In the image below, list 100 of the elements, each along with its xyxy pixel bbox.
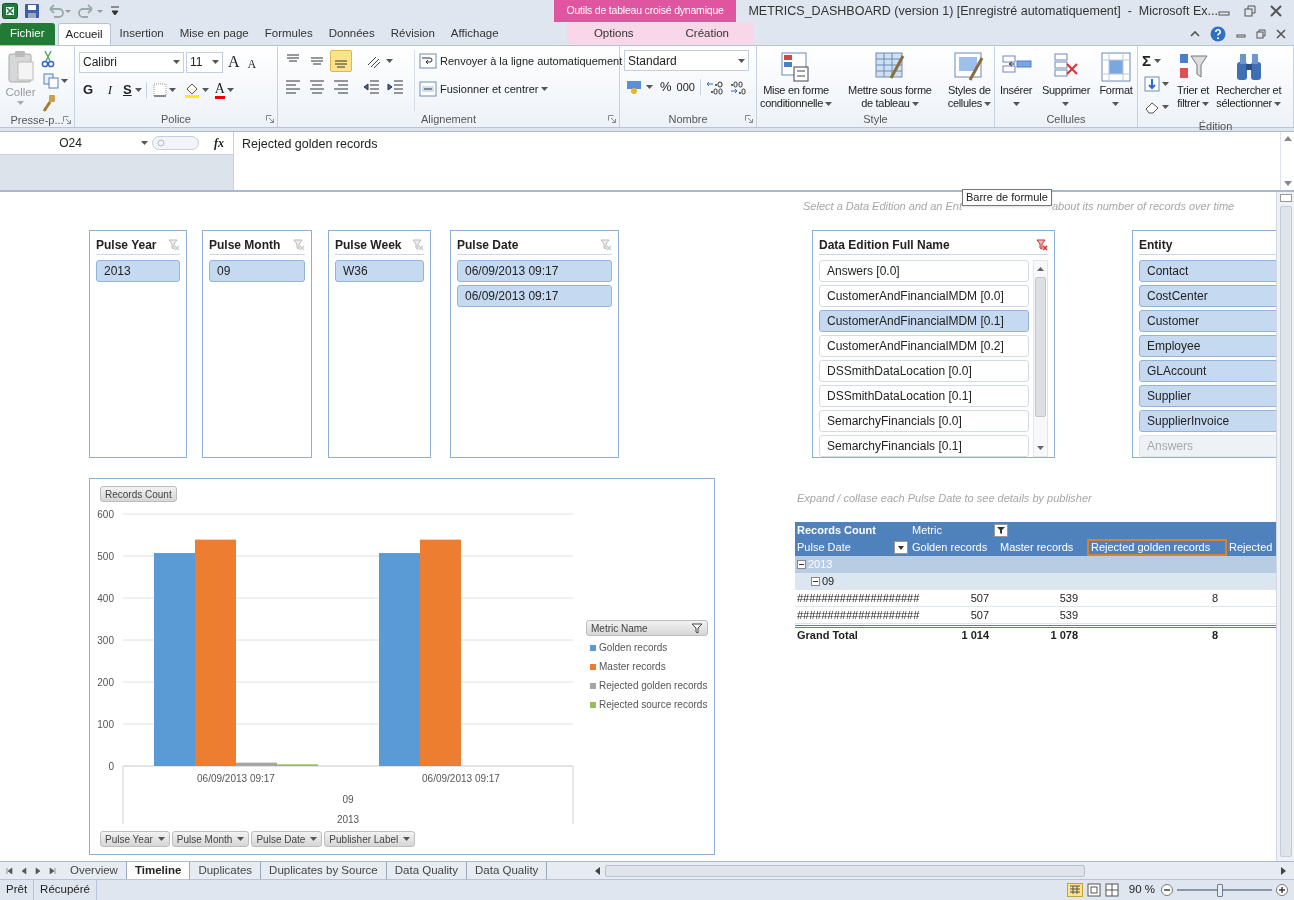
dialog-launcher-icon[interactable] <box>63 116 71 124</box>
scissors-icon[interactable] <box>41 50 55 68</box>
zoom-in-icon[interactable] <box>1276 884 1288 896</box>
sheet-nav-icon[interactable] <box>48 866 56 875</box>
slicer-item[interactable]: DSSmithDataLocation [0.1] <box>819 385 1029 407</box>
collapse-icon[interactable] <box>811 577 820 586</box>
wrap-text-icon[interactable] <box>419 53 437 69</box>
thousands-button[interactable]: 000 <box>676 78 695 96</box>
caret-icon[interactable] <box>310 837 318 841</box>
slicer-item[interactable]: CustomerAndFinancialMDM [0.2] <box>819 335 1029 357</box>
caret-icon[interactable] <box>738 58 745 63</box>
caret-icon[interactable] <box>1112 101 1120 106</box>
formula-input[interactable]: Rejected golden records <box>234 132 1280 190</box>
slicer-item[interactable]: GLAccount <box>1139 360 1276 382</box>
normal-view-icon[interactable] <box>1066 883 1083 897</box>
ribbon-tab[interactable]: Fichier <box>0 23 55 45</box>
style-gallery-button[interactable]: Mise en forme conditionnelle <box>759 50 834 111</box>
zoom-out-icon[interactable] <box>1161 884 1173 896</box>
decrease-decimal-icon[interactable] <box>728 79 747 95</box>
slicer-item[interactable]: CostCenter <box>1139 285 1276 307</box>
ribbon-tab[interactable]: Mise en page <box>172 23 256 45</box>
slicer-item[interactable]: SemarchyFinancials [0.1] <box>819 435 1029 457</box>
ribbon-tab[interactable]: Insertion <box>112 23 171 45</box>
increase-decimal-icon[interactable] <box>705 79 724 95</box>
cells-button[interactable]: Supprimer <box>1040 50 1091 111</box>
style-gallery-button[interactable]: Mettre sous forme de tableau <box>847 50 933 111</box>
caret-icon[interactable] <box>646 85 653 89</box>
slicer-item[interactable]: Answers [0.0] <box>819 260 1029 282</box>
ribbon-tab[interactable]: Accueil <box>57 23 111 45</box>
slicer-item[interactable]: Contact <box>1139 260 1276 282</box>
shrink-font-button[interactable]: A <box>244 51 260 73</box>
caret-icon[interactable] <box>212 60 219 64</box>
slicer-item[interactable]: Employee <box>1139 335 1276 357</box>
app-icon[interactable] <box>2 3 18 19</box>
slicer-item[interactable]: 2013 <box>96 260 180 282</box>
increase-indent-icon[interactable] <box>384 78 406 96</box>
field-button[interactable]: Pulse Date <box>251 831 323 847</box>
font-size-field[interactable]: 11 <box>186 51 223 73</box>
caret-icon[interactable] <box>1162 105 1169 109</box>
ribbon-tab[interactable]: Création <box>660 23 754 45</box>
bold-button[interactable]: G <box>79 80 97 100</box>
scrollbar-thumb[interactable] <box>605 864 1085 877</box>
close-icon[interactable] <box>1276 28 1286 39</box>
clear-icon[interactable] <box>1144 100 1160 114</box>
close-icon[interactable] <box>1270 5 1282 17</box>
wrap-text-button[interactable]: Renvoyer à la ligne automatiquement <box>419 50 623 72</box>
caret-icon[interactable] <box>403 837 411 841</box>
cells-button[interactable]: Insérer <box>998 50 1034 111</box>
scroll-down-icon[interactable] <box>1283 181 1292 186</box>
scroll-left-icon[interactable] <box>595 866 601 875</box>
slicer-item[interactable]: SemarchyFinancials [0.0] <box>819 410 1029 432</box>
scroll-right-icon[interactable] <box>1280 866 1286 875</box>
caret-icon[interactable] <box>134 88 142 92</box>
dropdown-button-icon[interactable] <box>894 541 908 554</box>
ribbon-tab[interactable]: Formules <box>257 23 320 45</box>
currency-icon[interactable] <box>626 79 644 95</box>
fill-icon[interactable] <box>1144 76 1160 92</box>
caret-icon[interactable] <box>141 141 148 145</box>
scrollbar-thumb[interactable] <box>1035 277 1046 417</box>
font-color-button[interactable]: A <box>214 81 234 99</box>
caret-icon[interactable] <box>911 101 919 106</box>
zoom-level[interactable]: 90 % <box>1128 881 1155 899</box>
caret-icon[interactable] <box>1162 82 1169 86</box>
ribbon-tab[interactable]: Révision <box>383 23 442 45</box>
scroll-up-icon[interactable] <box>1037 267 1044 271</box>
clear-filter-icon[interactable] <box>1036 238 1048 251</box>
ribbon-tab[interactable]: Données <box>321 23 382 45</box>
caret-icon[interactable] <box>237 837 245 841</box>
percent-button[interactable]: % <box>660 77 672 97</box>
slicer-item[interactable]: 09 <box>209 260 305 282</box>
scroll-up-icon[interactable] <box>1283 136 1292 141</box>
collapse-icon[interactable] <box>797 560 806 569</box>
caret-icon[interactable] <box>157 837 165 841</box>
slicer-item[interactable]: 06/09/2013 09:17 <box>457 260 612 282</box>
help-icon[interactable] <box>1210 25 1226 42</box>
filter-button-icon[interactable] <box>994 524 1008 537</box>
pivot-column-header[interactable]: Rejected golden records <box>1087 539 1227 556</box>
ribbon-tab[interactable]: Options <box>567 23 661 45</box>
field-button[interactable]: Pulse Month <box>171 831 250 847</box>
zoom-slider-thumb[interactable] <box>1216 883 1223 897</box>
caret-icon[interactable] <box>386 59 393 63</box>
zoom-slider[interactable] <box>1177 882 1272 898</box>
save-icon[interactable] <box>24 3 40 19</box>
horizontal-scrollbar[interactable] <box>595 863 1286 878</box>
caret-icon[interactable] <box>1154 59 1161 63</box>
restore-icon[interactable] <box>1256 28 1266 39</box>
slicer-item[interactable]: W36 <box>335 260 424 282</box>
field-button[interactable]: Records Count <box>100 486 177 502</box>
pivot-column-header[interactable]: Master records <box>998 539 1087 556</box>
borders-icon[interactable] <box>152 83 167 97</box>
font-name-field[interactable]: Calibri <box>79 51 184 73</box>
slicer-item[interactable]: DSSmithDataLocation [0.0] <box>819 360 1029 382</box>
autosum-button[interactable]: Σ <box>1142 49 1151 73</box>
sort-filter-button[interactable]: Trier et filtrer <box>1175 50 1211 118</box>
pivot-column-header[interactable]: Golden records <box>910 539 998 556</box>
caret-icon[interactable] <box>226 88 234 92</box>
dialog-launcher-icon[interactable] <box>608 115 616 123</box>
caret-icon[interactable] <box>1012 101 1020 106</box>
find-select-button[interactable]: Rechercher et sélectionner <box>1215 50 1283 118</box>
insert-function-button[interactable]: fx <box>214 134 224 152</box>
